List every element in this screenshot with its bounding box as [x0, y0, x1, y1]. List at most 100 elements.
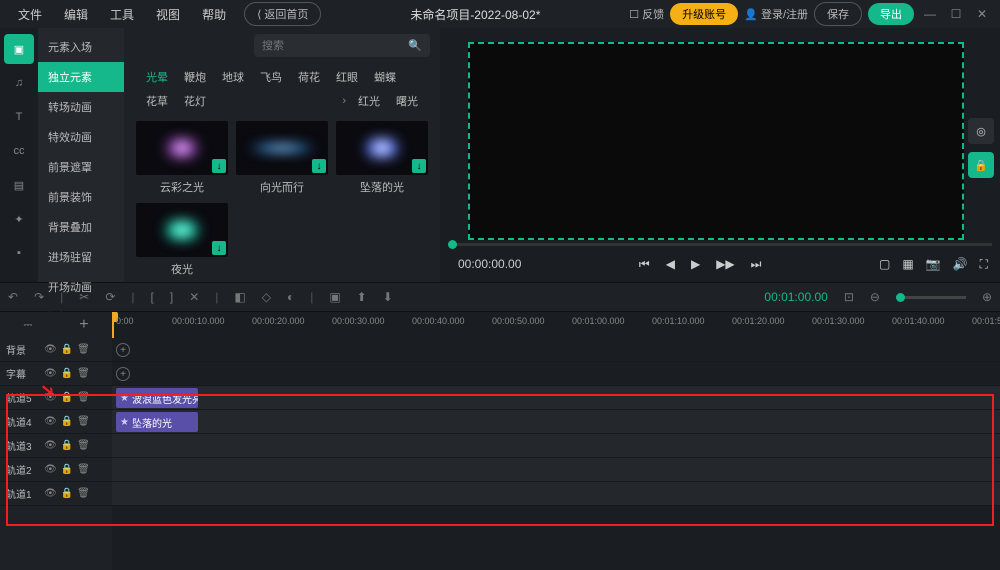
zoom-fit-icon[interactable]: ⊡ — [844, 290, 854, 304]
delete-track-icon[interactable]: 🗑 — [77, 416, 90, 427]
track-3[interactable] — [112, 434, 1000, 458]
track-sub[interactable]: + — [112, 362, 1000, 386]
export-clip-icon[interactable]: ⬇ — [383, 290, 393, 304]
lock-track-icon[interactable]: 🔒 — [61, 464, 73, 475]
sidebar-template-icon[interactable]: ▤ — [4, 170, 34, 200]
clip-1[interactable]: ★ 坠落的光 — [116, 412, 198, 432]
copy-icon[interactable]: ▣ — [329, 290, 340, 304]
visibility-icon[interactable]: 👁 — [44, 392, 57, 403]
tags-next-icon[interactable]: › — [338, 91, 350, 111]
export-button[interactable]: 导出 — [868, 3, 914, 25]
download-icon[interactable]: ↓ — [212, 241, 226, 255]
grid-icon[interactable]: ▦ — [902, 257, 913, 272]
add-clip-icon[interactable]: + — [116, 343, 130, 357]
delete-track-icon[interactable]: 🗑 — [77, 464, 90, 475]
download-icon[interactable]: ↓ — [212, 159, 226, 173]
close-icon[interactable]: ✕ — [972, 7, 992, 21]
snapshot-icon[interactable]: 📷 — [926, 257, 941, 272]
menu-edit[interactable]: 编辑 — [54, 2, 98, 27]
minimize-icon[interactable]: — — [920, 7, 940, 21]
cat-item-6[interactable]: 背景叠加 — [38, 212, 124, 242]
lock-icon[interactable]: 🔒 — [968, 152, 994, 178]
lock-track-icon[interactable]: 🔒 — [61, 344, 73, 355]
add-track-icon[interactable]: + — [79, 316, 88, 334]
menu-view[interactable]: 视图 — [146, 2, 190, 27]
delete-track-icon[interactable]: 🗑 — [77, 368, 90, 379]
cat-item-2[interactable]: 转场动画 — [38, 92, 124, 122]
refresh-icon[interactable]: ⟳ — [105, 290, 115, 304]
cat-item-4[interactable]: 前景遮罩 — [38, 152, 124, 182]
tag-0[interactable]: 光晕 — [138, 65, 176, 89]
transform-icon[interactable]: ◇ — [262, 290, 271, 304]
skip-end-icon[interactable]: ⏭ — [751, 257, 762, 272]
sidebar-audio-icon[interactable]: ♫ — [4, 68, 34, 98]
feedback-link[interactable]: ☐ 反馈 — [629, 6, 664, 22]
download-icon[interactable]: ↓ — [412, 159, 426, 173]
thumb-1[interactable]: ↓ 向光而行 — [236, 121, 328, 195]
cat-item-1[interactable]: 独立元素 — [38, 62, 124, 92]
fullscreen-icon[interactable]: ⛶ — [980, 257, 988, 272]
track-2[interactable] — [112, 458, 1000, 482]
menu-tools[interactable]: 工具 — [100, 2, 144, 27]
lock-track-icon[interactable]: 🔒 — [61, 440, 73, 451]
undo-icon[interactable]: ↶ — [8, 290, 18, 304]
delete-track-icon[interactable]: 🗑 — [77, 440, 90, 451]
tag-7[interactable]: 花草 — [138, 89, 176, 113]
tag-9[interactable]: 红光 — [350, 89, 388, 113]
cat-item-7[interactable]: 进场驻留 — [38, 242, 124, 272]
tag-8[interactable]: 花灯 — [176, 89, 214, 113]
play-icon[interactable]: ▶ — [691, 257, 700, 272]
visibility-icon[interactable]: 👁 — [44, 368, 57, 379]
tag-4[interactable]: 荷花 — [290, 65, 328, 89]
preview-seek-bar[interactable] — [448, 243, 992, 246]
visibility-icon[interactable]: 👁 — [44, 440, 57, 451]
crop-icon[interactable]: ◧ — [234, 290, 245, 304]
tag-3[interactable]: 飞鸟 — [252, 65, 290, 89]
timeline-ruler[interactable]: 0:00 00:00:10.000 00:00:20.000 00:00:30.… — [112, 312, 1000, 338]
visibility-icon[interactable]: 👁 — [44, 488, 57, 499]
track-area[interactable]: + + ★ 波浪蓝色发光亮片 ★ 坠落的光 — [112, 338, 1000, 570]
prev-frame-icon[interactable]: ◀ — [666, 257, 675, 272]
track-bg[interactable]: + — [112, 338, 1000, 362]
magnet-icon[interactable]: ⎓ — [23, 319, 32, 332]
lock-track-icon[interactable]: 🔒 — [61, 368, 73, 379]
aspect-icon[interactable]: ▢ — [879, 257, 890, 272]
tag-6[interactable]: 蝴蝶 — [366, 65, 404, 89]
search-input[interactable] — [262, 40, 408, 52]
sidebar-caption-icon[interactable]: cc — [4, 136, 34, 166]
login-link[interactable]: 👤 登录/注册 — [744, 6, 808, 22]
track-4[interactable]: ★ 坠落的光 — [112, 410, 1000, 434]
visibility-icon[interactable]: 👁 — [44, 344, 57, 355]
tag-5[interactable]: 红眼 — [328, 65, 366, 89]
lock-track-icon[interactable]: 🔒 — [61, 392, 73, 403]
download-icon[interactable]: ↓ — [312, 159, 326, 173]
cat-item-5[interactable]: 前景装饰 — [38, 182, 124, 212]
preview-canvas[interactable] — [468, 42, 964, 240]
clip-0[interactable]: ★ 波浪蓝色发光亮片 — [116, 388, 198, 408]
visibility-icon[interactable]: 👁 — [44, 464, 57, 475]
mark-out-icon[interactable]: ] — [170, 290, 173, 304]
volume-icon[interactable]: 🔊 — [953, 257, 968, 272]
lock-track-icon[interactable]: 🔒 — [61, 416, 73, 427]
maximize-icon[interactable]: ☐ — [946, 7, 966, 21]
upgrade-button[interactable]: 升级账号 — [670, 3, 738, 25]
menu-file[interactable]: 文件 — [8, 2, 52, 27]
sidebar-text-icon[interactable]: T — [4, 102, 34, 132]
zoom-out-icon[interactable]: ⊖ — [870, 290, 880, 304]
track-5[interactable]: ★ 波浪蓝色发光亮片 — [112, 386, 1000, 410]
delete-track-icon[interactable]: 🗑 — [77, 392, 90, 403]
search-icon[interactable]: 🔍 — [408, 39, 422, 52]
add-clip-icon[interactable]: + — [116, 367, 130, 381]
home-button[interactable]: ⟨ 返回首页 — [244, 2, 321, 26]
save-button[interactable]: 保存 — [814, 2, 862, 26]
delete-icon[interactable]: ✕ — [189, 290, 199, 304]
redo-icon[interactable]: ↷ — [34, 290, 44, 304]
search-box[interactable]: 🔍 — [254, 34, 430, 57]
sidebar-more-icon[interactable]: ▪ — [4, 238, 34, 268]
visibility-icon[interactable]: 👁 — [44, 416, 57, 427]
thumb-3[interactable]: ↓ 夜光 — [136, 203, 228, 276]
mark-in-icon[interactable]: [ — [151, 290, 154, 304]
cat-item-0[interactable]: 元素入场 — [38, 32, 124, 62]
sidebar-media-icon[interactable]: ▣ — [4, 34, 34, 64]
delete-track-icon[interactable]: 🗑 — [77, 344, 90, 355]
